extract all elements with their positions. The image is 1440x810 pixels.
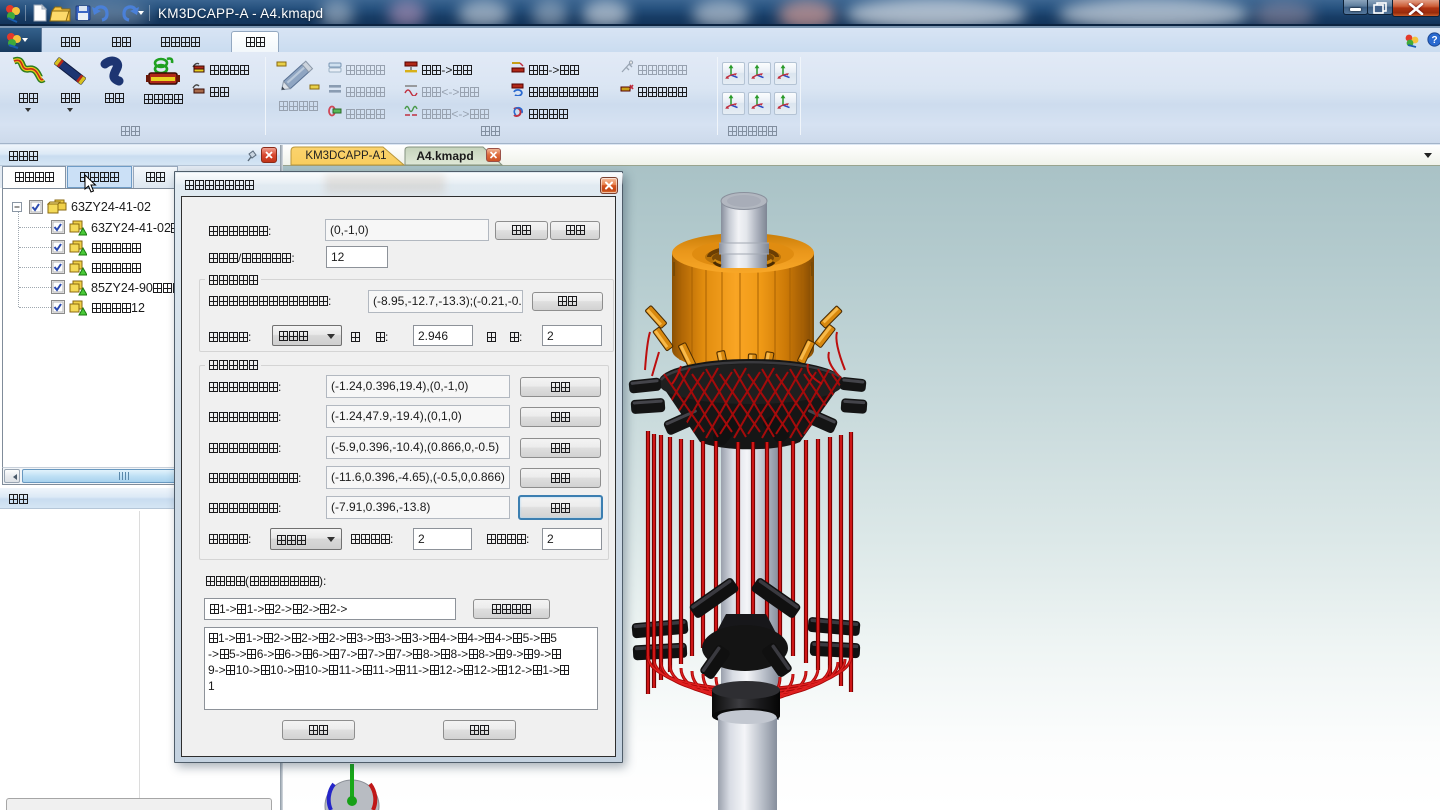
svg-text:?: ? [1431,35,1437,46]
